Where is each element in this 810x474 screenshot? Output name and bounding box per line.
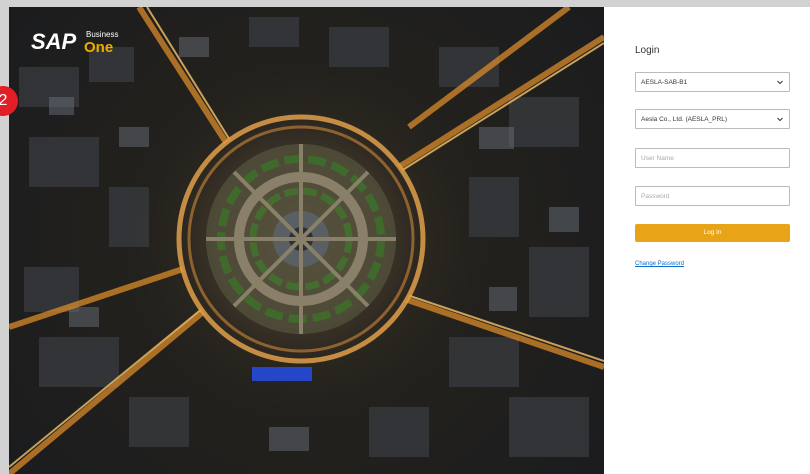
chevron-down-icon — [777, 80, 783, 85]
chevron-down-icon — [777, 117, 783, 122]
background-aerial-image: SAP Business One — [9, 7, 604, 474]
logo-main-text: SAP — [31, 29, 77, 54]
logo-one-text: One — [84, 39, 113, 56]
company-select[interactable]: Aesla Co., Ltd. (AESLA_PRL) — [635, 109, 790, 129]
company-select-value: Aesla Co., Ltd. (AESLA_PRL) — [641, 116, 727, 123]
login-button[interactable]: Log In — [635, 224, 790, 242]
username-placeholder: User Name — [641, 155, 674, 162]
password-input[interactable]: Password — [635, 186, 790, 206]
login-panel: Login AESLA-SAB-B1 Aesla Co., Ltd. (AESL… — [604, 7, 810, 474]
change-password-link[interactable]: Change Password — [635, 261, 684, 267]
password-placeholder: Password — [641, 193, 670, 200]
server-select-value: AESLA-SAB-B1 — [641, 79, 688, 86]
login-title: Login — [635, 45, 660, 56]
logo-business-text: Business — [86, 30, 118, 39]
aerial-roundabout-illustration — [9, 7, 604, 474]
sap-business-one-logo: SAP Business One — [31, 25, 131, 57]
server-select[interactable]: AESLA-SAB-B1 — [635, 72, 790, 92]
username-input[interactable]: User Name — [635, 148, 790, 168]
